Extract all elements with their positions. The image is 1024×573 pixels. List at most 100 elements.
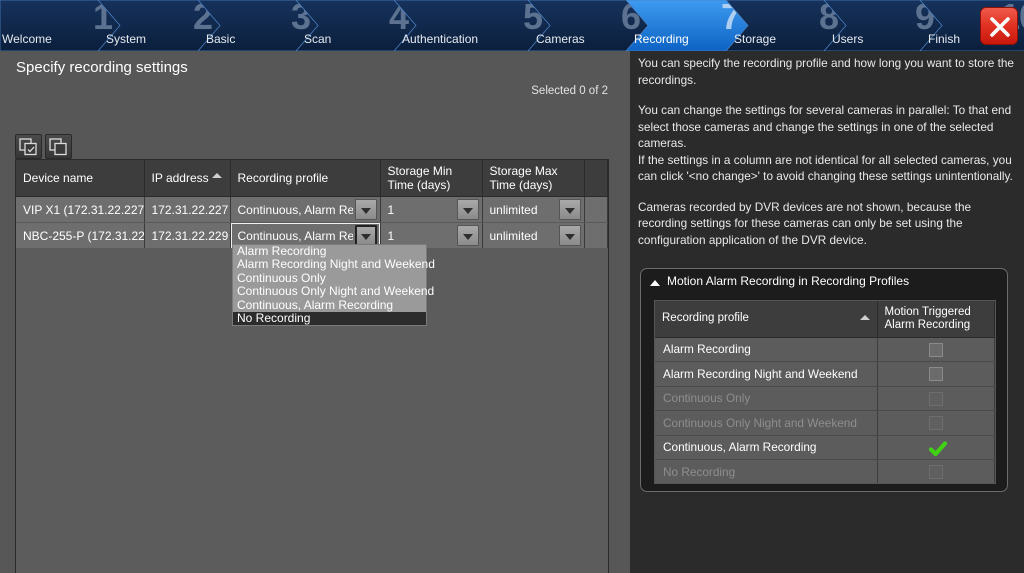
- motion-checkbox[interactable]: [928, 465, 943, 480]
- table-row[interactable]: VIP X1 (172.31.22.227 172.31.22.227 Contin…: [16, 196, 608, 223]
- cell-recording-profile[interactable]: Continuous, Alarm Re: [230, 196, 381, 223]
- motion-cell-profile[interactable]: Alarm Recording Night and Weekend: [655, 361, 878, 387]
- storage-max-dropdown-button[interactable]: [558, 199, 581, 220]
- copy-checked-icon: [19, 138, 37, 156]
- wizard-tab-label: Users: [832, 32, 864, 46]
- motion-table-body: Alarm Recording Alarm Recording Night and…: [655, 337, 995, 483]
- header-label: Motion Triggered Alarm Recording: [884, 305, 971, 331]
- storage-max-combobox[interactable]: unlimited: [483, 197, 584, 222]
- dropdown-option[interactable]: Continuous Only: [233, 271, 426, 285]
- cell-filler: [584, 196, 608, 223]
- motion-table-row[interactable]: Continuous, Alarm Recording: [655, 435, 995, 460]
- motion-cell-checkbox[interactable]: [877, 386, 995, 411]
- chevron-down-icon: [462, 207, 473, 214]
- storage-max-dropdown-button[interactable]: [558, 225, 581, 246]
- motion-panel-header[interactable]: Motion Alarm Recording in Recording Prof…: [641, 269, 1007, 295]
- storage-min-dropdown-button[interactable]: [456, 225, 479, 246]
- dropdown-option[interactable]: Continuous Only Night and Weekend: [233, 284, 434, 298]
- motion-table-row[interactable]: Alarm Recording: [655, 337, 995, 362]
- chevron-up-icon[interactable]: [650, 280, 660, 286]
- motion-checkbox[interactable]: [928, 342, 943, 357]
- column-header-filler: [584, 160, 608, 197]
- recording-profile-combobox[interactable]: Continuous, Alarm Re: [231, 197, 380, 222]
- storage-min-value: 1: [387, 228, 395, 243]
- motion-cell-profile[interactable]: Alarm Recording: [655, 337, 878, 362]
- dropdown-option[interactable]: Alarm Recording: [233, 244, 426, 258]
- motion-table-row[interactable]: No Recording: [655, 459, 995, 483]
- recording-profile-dropdown-button[interactable]: [354, 225, 377, 246]
- recording-profile-dropdown-list[interactable]: Alarm Recording Alarm Recording Night and…: [232, 244, 435, 327]
- storage-max-combobox[interactable]: unlimited: [483, 223, 584, 248]
- header-label: Storage Max Time (days): [489, 164, 558, 192]
- cell-device-name[interactable]: VIP X1 (172.31.22.227: [16, 196, 145, 223]
- check-icon: [928, 441, 947, 456]
- motion-cell-checkbox[interactable]: [877, 435, 995, 460]
- wizard-tab-label: Storage: [734, 32, 777, 46]
- sort-ascending-icon: [211, 173, 222, 178]
- motion-column-header-motion-triggered-alarm-recording[interactable]: Motion Triggered Alarm Recording: [877, 301, 995, 338]
- storage-min-combobox[interactable]: 1: [381, 197, 482, 222]
- motion-checkbox-checked[interactable]: [928, 441, 947, 456]
- column-header-device-name[interactable]: Device name: [16, 160, 145, 197]
- column-header-storage-max-time-days-[interactable]: Storage Max Time (days): [482, 160, 585, 197]
- column-header-ip-address[interactable]: IP address: [144, 160, 231, 197]
- column-header-recording-profile[interactable]: Recording profile: [230, 160, 381, 197]
- motion-cell-checkbox[interactable]: [877, 361, 995, 387]
- motion-cell-profile[interactable]: Continuous, Alarm Recording: [655, 435, 878, 460]
- storage-max-value: unlimited: [489, 202, 538, 217]
- close-window-button[interactable]: [980, 7, 1018, 45]
- app-window: 1 Welcome 2 System 3 Basic 4 Scan 5 Authenticatio…: [0, 0, 1024, 573]
- motion-table-row[interactable]: Alarm Recording Night and Weekend: [655, 361, 995, 387]
- motion-profiles-table: Recording profile Motion Triggered Alarm R…: [654, 300, 996, 484]
- dropdown-option[interactable]: Continuous, Alarm Recording: [233, 298, 426, 312]
- wizard-tab-label: Welcome: [2, 32, 52, 46]
- header-label: Recording profile: [237, 171, 329, 185]
- motion-cell-checkbox[interactable]: [877, 337, 995, 362]
- motion-cell-profile[interactable]: No Recording: [655, 459, 878, 483]
- motion-checkbox[interactable]: [928, 367, 943, 382]
- header-label: IP address: [151, 171, 209, 185]
- motion-cell-profile[interactable]: Continuous Only Night and Weekend: [655, 410, 878, 436]
- dropdown-option[interactable]: No Recording: [233, 311, 426, 326]
- motion-table-row[interactable]: Continuous Only: [655, 386, 995, 411]
- header-label: Device name: [23, 171, 94, 185]
- wizard-tab-label: Basic: [206, 32, 236, 46]
- cell-ip-address[interactable]: 172.31.22.227: [144, 196, 231, 223]
- copy-settings-button[interactable]: [45, 134, 72, 159]
- motion-panel-title: Motion Alarm Recording in Recording Prof…: [667, 274, 910, 288]
- motion-cell-profile[interactable]: Continuous Only: [655, 386, 878, 411]
- motion-cell-checkbox[interactable]: [877, 410, 995, 436]
- motion-checkbox[interactable]: [928, 416, 943, 431]
- chevron-down-icon: [564, 207, 575, 214]
- cell-storage-max[interactable]: unlimited: [482, 222, 585, 249]
- column-header-storage-min-time-days-[interactable]: Storage Min Time (days): [380, 160, 483, 197]
- selected-count-label: Selected 0 of 2: [531, 85, 608, 97]
- cell-storage-min[interactable]: 1: [380, 196, 483, 223]
- table-toolbar: [15, 134, 72, 159]
- motion-cell-checkbox[interactable]: [877, 459, 995, 483]
- help-text: You can specify the recording profile an…: [638, 55, 1016, 262]
- cell-ip-address[interactable]: 172.31.22.229: [144, 222, 231, 249]
- motion-table-row[interactable]: Continuous Only Night and Weekend: [655, 410, 995, 436]
- table-body: VIP X1 (172.31.22.227 172.31.22.227 Contin…: [16, 196, 608, 249]
- dropdown-option[interactable]: Alarm Recording Night and Weekend: [233, 257, 435, 271]
- storage-max-value: unlimited: [489, 228, 538, 243]
- header-label: Recording profile: [662, 312, 749, 325]
- wizard-tab-label: Authentication: [402, 32, 479, 46]
- cell-storage-max[interactable]: unlimited: [482, 196, 585, 223]
- motion-column-header-recording-profile[interactable]: Recording profile: [655, 301, 878, 338]
- main-content-pane: Specify recording settings Selected 0 of…: [0, 51, 630, 573]
- help-paragraph: Cameras recorded by DVR devices are not …: [638, 199, 972, 247]
- motion-checkbox[interactable]: [928, 391, 943, 406]
- sort-ascending-icon: [859, 315, 870, 320]
- recording-profile-dropdown-button[interactable]: [354, 199, 377, 220]
- copy-to-all-selected-button[interactable]: [15, 134, 42, 159]
- wizard-tab-bar: 1 Welcome 2 System 3 Basic 4 Scan 5 Authenticatio…: [0, 0, 1024, 51]
- wizard-tab-label: Cameras: [536, 32, 585, 46]
- storage-min-dropdown-button[interactable]: [456, 199, 479, 220]
- camera-settings-table: Device name IP address Recording profile St…: [15, 159, 609, 573]
- help-paragraph: You can change the settings for several …: [638, 103, 1012, 150]
- wizard-tab-label: System: [106, 32, 147, 46]
- cell-device-name[interactable]: NBC-255-P (172.31.22: [16, 222, 145, 249]
- recording-profile-value: Continuous, Alarm Re: [237, 228, 353, 243]
